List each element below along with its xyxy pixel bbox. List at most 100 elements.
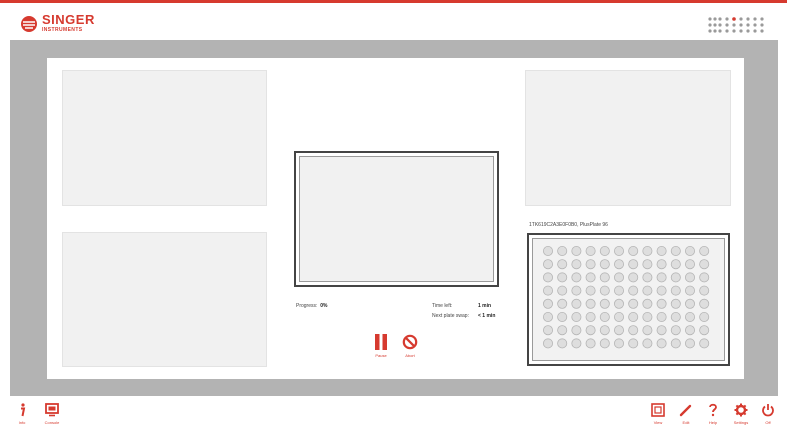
- plate-slot-top-right[interactable]: [525, 70, 731, 206]
- plate-well[interactable]: [571, 312, 582, 323]
- plate-well[interactable]: [656, 298, 667, 309]
- plate-well[interactable]: [670, 312, 681, 323]
- plate-well[interactable]: [656, 312, 667, 323]
- plate-well[interactable]: [571, 246, 582, 256]
- plate-well[interactable]: [542, 285, 553, 296]
- plate-well[interactable]: [699, 312, 710, 323]
- plate-well[interactable]: [642, 312, 653, 323]
- plate-well[interactable]: [656, 338, 667, 349]
- plate-well[interactable]: [571, 298, 582, 309]
- plate-well[interactable]: [656, 259, 667, 270]
- view-button[interactable]: View: [645, 400, 671, 426]
- plate-well[interactable]: [599, 312, 610, 323]
- plate-well[interactable]: [599, 298, 610, 309]
- plate-well[interactable]: [656, 285, 667, 296]
- settings-button[interactable]: Settings: [728, 400, 754, 426]
- plate-well[interactable]: [670, 272, 681, 283]
- plate-well[interactable]: [628, 259, 639, 270]
- plate-well[interactable]: [599, 338, 610, 349]
- plate-well[interactable]: [670, 259, 681, 270]
- plate-well[interactable]: [557, 272, 568, 283]
- plate-well[interactable]: [628, 338, 639, 349]
- plate-well[interactable]: [684, 285, 695, 296]
- plate-well[interactable]: [599, 272, 610, 283]
- plate-well[interactable]: [642, 338, 653, 349]
- plate-well[interactable]: [585, 298, 596, 309]
- plate-well[interactable]: [656, 272, 667, 283]
- plate-well[interactable]: [585, 272, 596, 283]
- plate-well[interactable]: [684, 325, 695, 336]
- plate-well[interactable]: [542, 312, 553, 323]
- plate-well[interactable]: [642, 272, 653, 283]
- plate-well[interactable]: [670, 285, 681, 296]
- plate-well[interactable]: [670, 246, 681, 256]
- plate-well[interactable]: [656, 325, 667, 336]
- plate-well[interactable]: [628, 246, 639, 256]
- plate-well[interactable]: [542, 298, 553, 309]
- source-plate[interactable]: [527, 233, 730, 366]
- plate-well[interactable]: [684, 298, 695, 309]
- plate-slot-bottom-left[interactable]: [62, 232, 267, 367]
- plate-well[interactable]: [684, 312, 695, 323]
- plate-well[interactable]: [642, 285, 653, 296]
- plate-well[interactable]: [699, 272, 710, 283]
- plate-well[interactable]: [599, 285, 610, 296]
- plate-well[interactable]: [670, 298, 681, 309]
- plate-well[interactable]: [684, 246, 695, 256]
- plate-well[interactable]: [571, 325, 582, 336]
- plate-well[interactable]: [699, 259, 710, 270]
- plate-well[interactable]: [699, 298, 710, 309]
- plate-well[interactable]: [557, 285, 568, 296]
- plate-well[interactable]: [614, 285, 625, 296]
- plate-well[interactable]: [585, 285, 596, 296]
- plate-well[interactable]: [684, 259, 695, 270]
- pause-button[interactable]: Pause: [369, 334, 393, 360]
- plate-well[interactable]: [614, 325, 625, 336]
- plate-well[interactable]: [585, 246, 596, 256]
- plate-well[interactable]: [557, 259, 568, 270]
- plate-well[interactable]: [542, 272, 553, 283]
- center-plate-slot[interactable]: [294, 151, 499, 287]
- plate-well[interactable]: [571, 338, 582, 349]
- plate-well[interactable]: [699, 338, 710, 349]
- plate-well[interactable]: [670, 325, 681, 336]
- plate-well[interactable]: [614, 246, 625, 256]
- plate-well[interactable]: [542, 259, 553, 270]
- plate-well[interactable]: [642, 325, 653, 336]
- plate-well[interactable]: [585, 312, 596, 323]
- plate-well[interactable]: [585, 338, 596, 349]
- plate-well[interactable]: [699, 246, 710, 256]
- plate-well[interactable]: [684, 338, 695, 349]
- console-button[interactable]: Console: [39, 400, 65, 426]
- power-button[interactable]: Off: [755, 400, 781, 426]
- abort-button[interactable]: Abort: [398, 334, 422, 360]
- plate-well[interactable]: [628, 325, 639, 336]
- plate-well[interactable]: [571, 285, 582, 296]
- plate-well[interactable]: [542, 246, 553, 256]
- edit-button[interactable]: Edit: [673, 400, 699, 426]
- plate-well[interactable]: [599, 246, 610, 256]
- plate-well[interactable]: [542, 325, 553, 336]
- info-button[interactable]: Info: [9, 400, 35, 426]
- plate-well[interactable]: [571, 272, 582, 283]
- plate-well[interactable]: [656, 246, 667, 256]
- plate-well[interactable]: [628, 285, 639, 296]
- plate-well[interactable]: [642, 298, 653, 309]
- plate-well[interactable]: [557, 312, 568, 323]
- plate-well[interactable]: [614, 298, 625, 309]
- plate-well[interactable]: [557, 338, 568, 349]
- plate-well[interactable]: [684, 272, 695, 283]
- plate-well[interactable]: [557, 298, 568, 309]
- plate-well[interactable]: [585, 259, 596, 270]
- plate-well[interactable]: [670, 338, 681, 349]
- plate-well[interactable]: [585, 325, 596, 336]
- plate-slot-top-left[interactable]: [62, 70, 267, 206]
- plate-well[interactable]: [614, 272, 625, 283]
- help-button[interactable]: Help: [700, 400, 726, 426]
- plate-well[interactable]: [628, 312, 639, 323]
- plate-well[interactable]: [557, 325, 568, 336]
- plate-well[interactable]: [614, 259, 625, 270]
- plate-well[interactable]: [614, 338, 625, 349]
- plate-well[interactable]: [699, 285, 710, 296]
- plate-well[interactable]: [642, 246, 653, 256]
